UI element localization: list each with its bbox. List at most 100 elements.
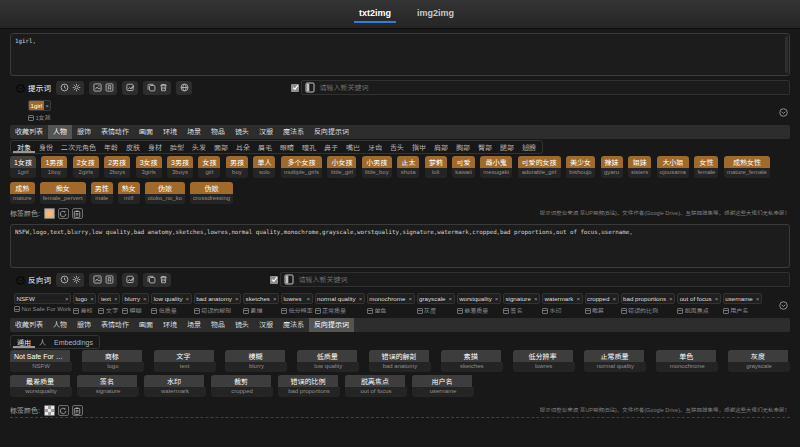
keyword-chip[interactable]: cropped × xyxy=(585,293,619,304)
tag-button[interactable]: 正常质量normal quality xyxy=(584,350,646,372)
keyword-chip[interactable]: watermark × xyxy=(542,293,583,304)
category-tab[interactable]: 场景 xyxy=(182,318,206,332)
keyword-chip[interactable]: low quality × xyxy=(151,293,192,304)
subcategory-tab[interactable]: 腿部 xyxy=(496,141,518,153)
subcategory-tab[interactable]: 翅膀 xyxy=(518,141,540,153)
tag-button[interactable]: 男孩boy xyxy=(226,156,248,178)
export-image-button[interactable] xyxy=(91,81,103,95)
tag-button[interactable]: 低质量low quality xyxy=(297,350,359,372)
tag-button[interactable]: 伪娘crossdressing xyxy=(190,182,233,204)
settings-button[interactable] xyxy=(70,81,82,95)
keyword-chip[interactable]: NSFW × xyxy=(14,293,71,304)
subcategory-tab[interactable]: 身份 xyxy=(35,141,57,153)
auto-translate-checkbox[interactable] xyxy=(291,84,299,92)
trash-button[interactable] xyxy=(157,273,169,287)
edit-image-button[interactable] xyxy=(124,273,136,287)
tag-button[interactable]: 3女孩3girls xyxy=(136,156,162,178)
remove-keyword-button[interactable]: × xyxy=(305,294,312,303)
webui-tab[interactable]: txt2img xyxy=(354,8,396,23)
save-tags-button[interactable] xyxy=(103,81,115,95)
tag-color-swatch[interactable] xyxy=(44,208,55,219)
save-tags-button[interactable] xyxy=(103,273,115,287)
tag-button[interactable]: 裁剪cropped xyxy=(211,375,273,397)
category-tab[interactable]: 画面 xyxy=(134,125,158,139)
tag-button[interactable]: 正太shota xyxy=(397,156,419,178)
tag-button[interactable]: 辣妹gyaru xyxy=(601,156,623,178)
remove-keyword-button[interactable]: × xyxy=(532,294,539,303)
category-tab[interactable]: 表情动作 xyxy=(96,318,134,332)
category-tab[interactable]: 反向提示词 xyxy=(309,125,354,139)
subcategory-tab[interactable]: 脸型 xyxy=(166,141,188,153)
collapse-keywords-button[interactable] xyxy=(779,296,788,314)
positive-new-keyword-input[interactable] xyxy=(319,84,786,91)
subcategory-tab[interactable]: 眉毛 xyxy=(254,141,276,153)
subcategory-tab[interactable]: 身材 xyxy=(144,141,166,153)
tag-button[interactable]: Not Safe For WorkNSFW xyxy=(10,350,72,372)
tag-button[interactable]: 伪娘otoko_no_ko xyxy=(145,182,185,204)
tag-button[interactable]: 2女孩2girls xyxy=(73,156,99,178)
subcategory-tab[interactable]: 年龄 xyxy=(100,141,122,153)
category-tab[interactable]: 服饰 xyxy=(72,318,96,332)
translate-button[interactable] xyxy=(178,81,190,95)
category-tab[interactable]: 人物 xyxy=(48,318,72,332)
tag-button[interactable]: 1女孩1girl xyxy=(10,156,36,178)
remove-keyword-button[interactable]: × xyxy=(754,294,761,303)
reset-color-button[interactable] xyxy=(58,208,69,219)
tag-button[interactable]: 签名signature xyxy=(77,375,139,397)
remove-keyword-button[interactable]: × xyxy=(575,294,582,303)
keyword-chip[interactable]: sketches × xyxy=(243,293,279,304)
subcategory-tab[interactable]: 鼻子 xyxy=(320,141,342,153)
keyword-chip[interactable]: out of focus × xyxy=(677,293,721,304)
subcategory-tab[interactable]: 眼睛 xyxy=(276,141,298,153)
keyword-chip[interactable]: logo × xyxy=(73,293,96,304)
negative-new-keyword-input[interactable] xyxy=(298,276,786,283)
category-tab[interactable]: 环境 xyxy=(158,125,182,139)
tag-color-swatch[interactable] xyxy=(44,405,55,416)
textarea-scrollbar[interactable] xyxy=(785,36,788,73)
tag-button[interactable]: 3男孩3boys xyxy=(167,156,193,178)
trash-button[interactable] xyxy=(157,81,169,95)
tag-button[interactable]: 大小姐ojousama xyxy=(657,156,689,178)
tag-button[interactable]: 痴女female_pervert xyxy=(40,182,86,204)
tag-button[interactable]: 单人solo xyxy=(253,156,275,178)
subcategory-tab[interactable]: 对象 xyxy=(13,141,35,153)
tag-button[interactable]: 美少女bishoujo xyxy=(566,156,595,178)
tag-button[interactable]: 错误的比例bad proportions xyxy=(278,375,340,397)
tag-button[interactable]: 小男孩little_boy xyxy=(362,156,392,178)
remove-keyword-button[interactable]: × xyxy=(44,101,51,110)
category-tab[interactable]: 人物 xyxy=(48,125,72,139)
paste-color-button[interactable] xyxy=(72,405,83,416)
tag-button[interactable]: 成熟女性mature_female xyxy=(724,156,770,178)
category-tab[interactable]: 收藏列表 xyxy=(10,318,48,332)
export-image-button[interactable] xyxy=(91,273,103,287)
tag-button[interactable]: 文字text xyxy=(154,350,216,372)
copy-button[interactable] xyxy=(145,273,157,287)
subcategory-tab[interactable]: Embeddings xyxy=(50,336,97,348)
category-tab[interactable]: 反向提示词 xyxy=(309,318,354,332)
subcategory-tab[interactable]: 头发 xyxy=(188,141,210,153)
category-tab[interactable]: 环境 xyxy=(158,318,182,332)
tag-button[interactable]: 女孩girl xyxy=(198,156,220,178)
category-tab[interactable]: 镜头 xyxy=(230,318,254,332)
remove-keyword-button[interactable]: × xyxy=(63,294,70,303)
subcategory-tab[interactable]: 舌头 xyxy=(386,141,408,153)
auto-translate-checkbox[interactable] xyxy=(270,276,278,284)
tag-button[interactable]: 男性male xyxy=(91,182,113,204)
subcategory-tab[interactable]: 耳朵 xyxy=(232,141,254,153)
remove-keyword-button[interactable]: × xyxy=(271,294,278,303)
subcategory-tab[interactable]: 瞳孔 xyxy=(298,141,320,153)
tag-button[interactable]: 灰度grayscale xyxy=(728,350,790,372)
book-panel-icon[interactable] xyxy=(305,79,315,97)
tag-button[interactable]: 熟女milf xyxy=(118,182,140,204)
tag-button[interactable]: 姐妹sisters xyxy=(628,156,651,178)
category-tab[interactable]: 魔法系 xyxy=(278,318,309,332)
subcategory-tab[interactable]: 牙齿 xyxy=(364,141,386,153)
remove-keyword-button[interactable]: × xyxy=(493,294,500,303)
tag-button[interactable]: 小女孩little_girl xyxy=(327,156,356,178)
tag-button[interactable]: 成熟mature xyxy=(10,182,35,204)
tag-button[interactable]: 错误的解剖bad anatomy xyxy=(369,350,431,372)
category-tab[interactable]: 收藏列表 xyxy=(10,125,48,139)
tag-button[interactable]: 萝莉loli xyxy=(425,156,447,178)
remove-keyword-button[interactable]: × xyxy=(357,294,364,303)
edit-image-button[interactable] xyxy=(124,81,136,95)
